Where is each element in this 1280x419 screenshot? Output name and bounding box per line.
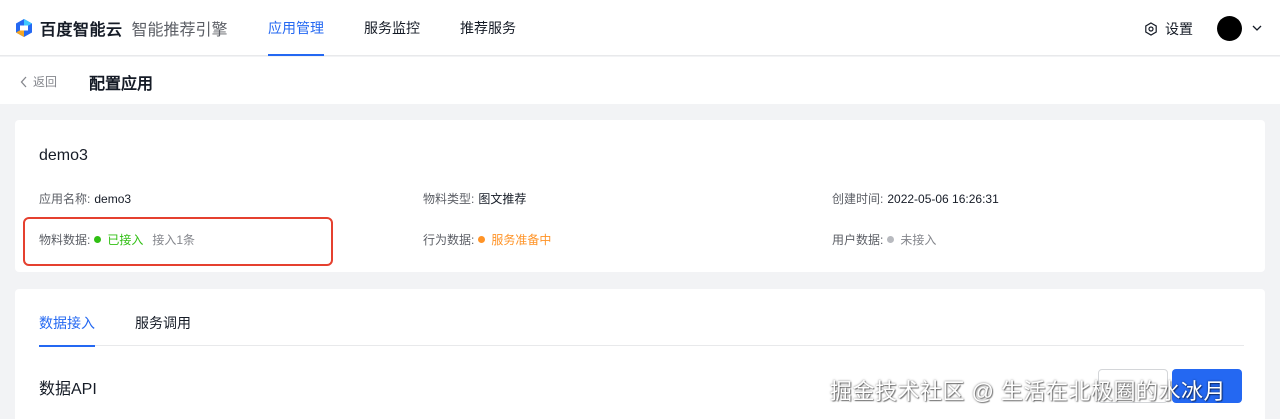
settings-button[interactable]: 设置 (1144, 19, 1193, 39)
chevron-down-icon[interactable] (1251, 22, 1263, 34)
field-label: 行为数据: (423, 233, 475, 247)
field-label: 用户数据: (832, 233, 884, 247)
field-label: 应用名称: (39, 192, 91, 206)
field-material-type: 物料类型: 图文推荐 (423, 190, 526, 207)
nav-recommend-service[interactable]: 推荐服务 (460, 0, 516, 56)
field-label: 创建时间: (832, 192, 884, 206)
settings-gear-icon (1145, 22, 1157, 36)
status-text: 未接入 (900, 233, 937, 247)
section-title: 数据API (39, 381, 97, 398)
highlight-annotation-box (23, 217, 333, 266)
user-avatar[interactable] (1217, 16, 1242, 41)
settings-label: 设置 (1165, 21, 1193, 37)
back-label: 返回 (33, 75, 58, 89)
tab-bar: 数据接入 服务调用 (39, 289, 1244, 347)
top-navbar: 百度智能云 智能推荐引擎 应用管理 服务监控 推荐服务 设置 (0, 0, 1280, 56)
back-link[interactable]: 返回 (20, 73, 57, 90)
product-name: 智能推荐引擎 (131, 22, 228, 39)
field-value: 图文推荐 (478, 192, 527, 206)
chevron-left-icon (20, 76, 27, 87)
brand-logo[interactable]: 百度智能云 智能推荐引擎 (14, 17, 228, 39)
nav-service-monitoring[interactable]: 服务监控 (364, 0, 420, 56)
tab-data-access[interactable]: 数据接入 (39, 289, 95, 347)
brand-name: 百度智能云 (40, 22, 123, 39)
status-text: 服务准备中 (491, 233, 552, 247)
field-user-data: 用户数据: 未接入 (832, 231, 936, 248)
baidu-cloud-logo-icon (16, 19, 32, 37)
tab-service-call[interactable]: 服务调用 (135, 289, 191, 346)
field-label: 物料类型: (423, 192, 475, 206)
app-name-heading: demo3 (39, 147, 88, 164)
field-value: demo3 (94, 191, 132, 206)
watermark: 掘金技术社区 @ 生活在北极圈的水冰月 (830, 379, 1227, 404)
status-dot-preparing (478, 236, 486, 243)
field-value: 2022-05-06 16:26:31 (887, 191, 999, 206)
status-dot-not-connected (887, 236, 895, 243)
field-behavior-data: 行为数据: 服务准备中 (423, 231, 551, 248)
page-title: 配置应用 (89, 76, 154, 93)
page-header: 返回 配置应用 (0, 57, 1280, 104)
field-created-time: 创建时间: 2022-05-06 16:26:31 (832, 190, 999, 207)
app-info-card: demo3 应用名称: demo3 物料类型: 图文推荐 创建时间: 2022-… (15, 120, 1265, 272)
field-app-name: 应用名称: demo3 (39, 190, 131, 207)
nav-app-management[interactable]: 应用管理 (268, 0, 324, 56)
